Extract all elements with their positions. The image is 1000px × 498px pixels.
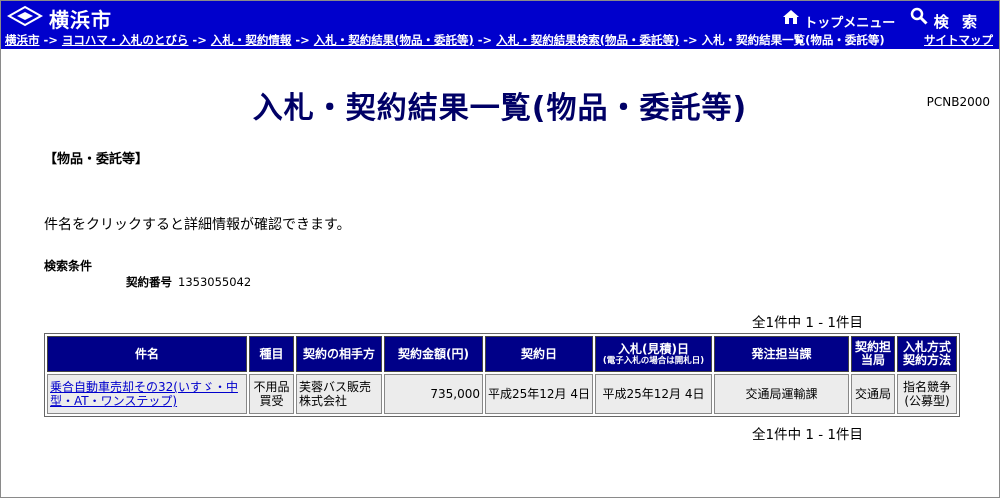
breadcrumb-separator: -> bbox=[39, 33, 62, 47]
col-bid-date-label: 入札(見積)日 bbox=[618, 341, 689, 356]
breadcrumb-track: 横浜市 -> ヨコハマ・入札のとびら -> 入札・契約情報 -> 入札・契約結果… bbox=[5, 32, 885, 49]
breadcrumb-current: 入札・契約結果一覧(物品・委託等) bbox=[701, 33, 885, 47]
page-code: PCNB2000 bbox=[926, 95, 990, 109]
cell-bid-date: 平成25年12月 4日 bbox=[595, 374, 712, 414]
cell-ordering-section: 交通局運輸課 bbox=[714, 374, 849, 414]
instruction-note: 件名をクリックすると詳細情報が確認できます。 bbox=[44, 217, 351, 233]
breadcrumb-item[interactable]: 入札・契約結果検索(物品・委託等) bbox=[496, 33, 679, 47]
result-count-top: 全1件中 1 - 1件目 bbox=[752, 315, 864, 331]
cell-contract-date: 平成25年12月 4日 bbox=[485, 374, 593, 414]
city-name[interactable]: 横浜市 bbox=[49, 4, 112, 33]
breadcrumb-separator: -> bbox=[291, 33, 314, 47]
breadcrumb-item[interactable]: 入札・契約情報 bbox=[211, 33, 292, 47]
cell-method: 指名競争(公募型) bbox=[897, 374, 957, 414]
col-contract-date: 契約日 bbox=[485, 336, 593, 372]
table-row: 乗合自動車売却その32(いすゞ・中型・AT・ワンステップ) 不用品買受 芙蓉バス… bbox=[47, 374, 957, 414]
search-conditions-label: 検索条件 bbox=[44, 259, 93, 273]
breadcrumb-item[interactable]: ヨコハマ・入札のとびら bbox=[62, 33, 189, 47]
table-header-row: 件名 種目 契約の相手方 契約金額(円) 契約日 入札(見積)日 (電子入札の場… bbox=[47, 336, 957, 372]
page-title: 入札・契約結果一覧(物品・委託等) bbox=[252, 91, 748, 126]
col-subject: 件名 bbox=[47, 336, 247, 372]
col-category: 種目 bbox=[249, 336, 294, 372]
breadcrumb-item[interactable]: 入札・契約結果(物品・委託等) bbox=[314, 33, 474, 47]
breadcrumb-separator: -> bbox=[679, 33, 702, 47]
col-ordering-section: 発注担当課 bbox=[714, 336, 849, 372]
col-bid-date: 入札(見積)日 (電子入札の場合は開札日) bbox=[595, 336, 712, 372]
cell-partner: 芙蓉バス販売株式会社 bbox=[296, 374, 382, 414]
top-menu-link[interactable]: トップメニュー bbox=[804, 12, 895, 31]
cell-amount: 735,000 bbox=[384, 374, 483, 414]
cell-contract-bureau: 交通局 bbox=[851, 374, 895, 414]
cell-subject: 乗合自動車売却その32(いすゞ・中型・AT・ワンステップ) bbox=[47, 374, 247, 414]
col-bid-date-note: (電子入札の場合は開札日) bbox=[602, 355, 705, 366]
yokohama-logo-icon[interactable] bbox=[7, 5, 43, 27]
search-icon[interactable] bbox=[910, 7, 928, 25]
col-amount: 契約金額(円) bbox=[384, 336, 483, 372]
breadcrumb-item[interactable]: 横浜市 bbox=[5, 33, 40, 47]
result-count-bottom: 全1件中 1 - 1件目 bbox=[752, 427, 864, 443]
condition-field-value: 1353055042 bbox=[178, 275, 252, 289]
house-icon[interactable] bbox=[782, 9, 800, 25]
search-condition-row: 契約番号 1353055042 bbox=[126, 274, 251, 290]
col-method: 入札方式契約方法 bbox=[897, 336, 957, 372]
breadcrumb-separator: -> bbox=[473, 33, 497, 47]
subject-link[interactable]: 乗合自動車売却その32(いすゞ・中型・AT・ワンステップ) bbox=[50, 380, 238, 408]
search-link[interactable]: 検 索 bbox=[934, 11, 981, 32]
top-bar: 横浜市 トップメニュー 検 索 bbox=[1, 1, 999, 32]
breadcrumb: 横浜市 -> ヨコハマ・入札のとびら -> 入札・契約情報 -> 入札・契約結果… bbox=[1, 32, 999, 49]
section-heading: 【物品・委託等】 bbox=[44, 152, 149, 167]
top-nav: トップメニュー 検 索 bbox=[782, 7, 981, 32]
results-table: 件名 種目 契約の相手方 契約金額(円) 契約日 入札(見積)日 (電子入札の場… bbox=[44, 333, 960, 417]
sitemap-link[interactable]: サイトマップ bbox=[924, 32, 993, 49]
col-partner: 契約の相手方 bbox=[296, 336, 382, 372]
condition-field-label: 契約番号 bbox=[126, 275, 172, 289]
cell-category: 不用品買受 bbox=[249, 374, 294, 414]
breadcrumb-separator: -> bbox=[188, 33, 211, 47]
col-contract-bureau: 契約担当局 bbox=[851, 336, 895, 372]
